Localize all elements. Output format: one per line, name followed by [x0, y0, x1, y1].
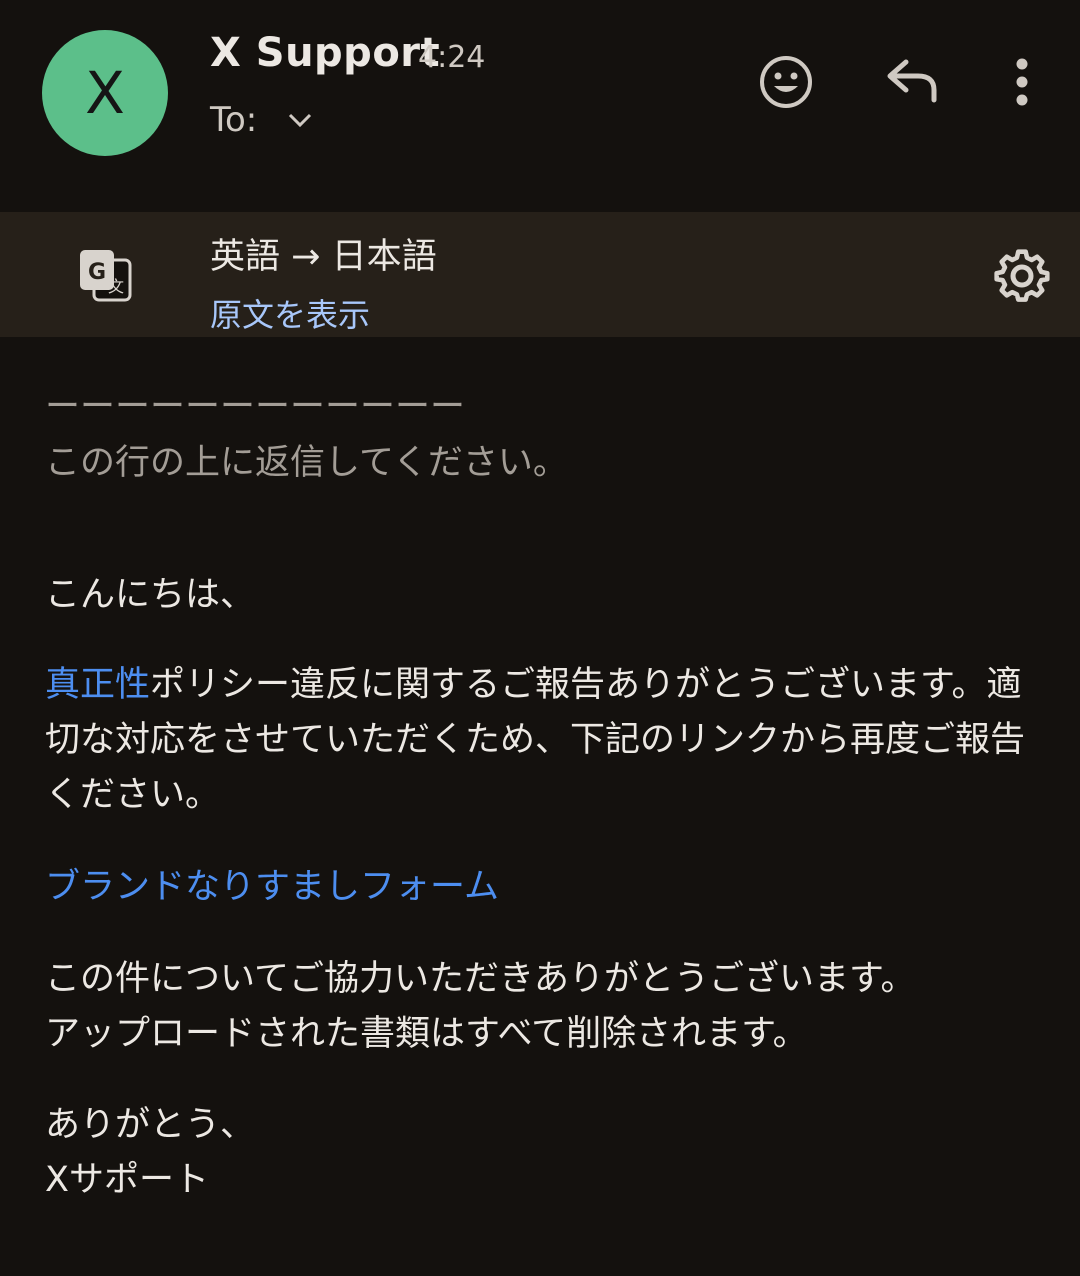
chevron-down-icon — [289, 113, 312, 128]
sender-avatar[interactable]: X — [42, 30, 168, 156]
email-header: X X Support 4:24 To: — [0, 0, 1080, 190]
signature-line-2: Xサポート — [45, 1160, 209, 1200]
more-options-icon[interactable] — [1008, 58, 1036, 106]
signature-line-1: ありがとう、 — [45, 1105, 256, 1145]
to-label: To: — [210, 100, 258, 140]
paragraph-1-text: ポリシー違反に関するご報告ありがとうございます。適切な対応をさせていただくため、… — [45, 665, 1026, 815]
brand-impersonation-form-link[interactable]: ブランドなりすましフォーム — [45, 860, 1035, 915]
show-original-link[interactable]: 原文を表示 — [210, 290, 370, 336]
email-time: 4:24 — [418, 40, 486, 75]
recipients-toggle[interactable]: To: — [210, 100, 313, 140]
email-view: X X Support 4:24 To: G 文 英語 → 日本語 原文を表示 … — [0, 0, 1080, 1276]
greeting: こんにちは、 — [45, 575, 256, 615]
reply-divider: ーーーーーーーーーーーー — [45, 387, 466, 427]
svg-text:G: G — [88, 260, 106, 285]
google-translate-icon: G 文 — [80, 250, 132, 302]
avatar-letter: X — [85, 59, 125, 127]
message-paragraph-2-line-2: アップロードされた書類はすべて削除されます。 — [45, 1014, 808, 1054]
reply-icon[interactable] — [886, 58, 940, 104]
svg-text:文: 文 — [108, 277, 124, 296]
message-paragraph-1: 真正性ポリシー違反に関するご報告ありがとうございます。適切な対応をさせていただく… — [45, 658, 1035, 823]
authenticity-policy-link[interactable]: 真正性 — [45, 665, 150, 705]
translation-bar: G 文 — [0, 212, 1080, 337]
sender-name[interactable]: X Support — [210, 30, 440, 76]
gear-icon[interactable] — [994, 248, 1050, 304]
message-paragraph-2-line-1: この件についてご協力いただきありがとうございます。 — [45, 959, 916, 999]
translation-languages: 英語 → 日本語 — [210, 237, 437, 277]
emoji-reaction-icon[interactable] — [758, 54, 814, 110]
reply-above-notice: この行の上に返信してください。 — [45, 443, 568, 483]
